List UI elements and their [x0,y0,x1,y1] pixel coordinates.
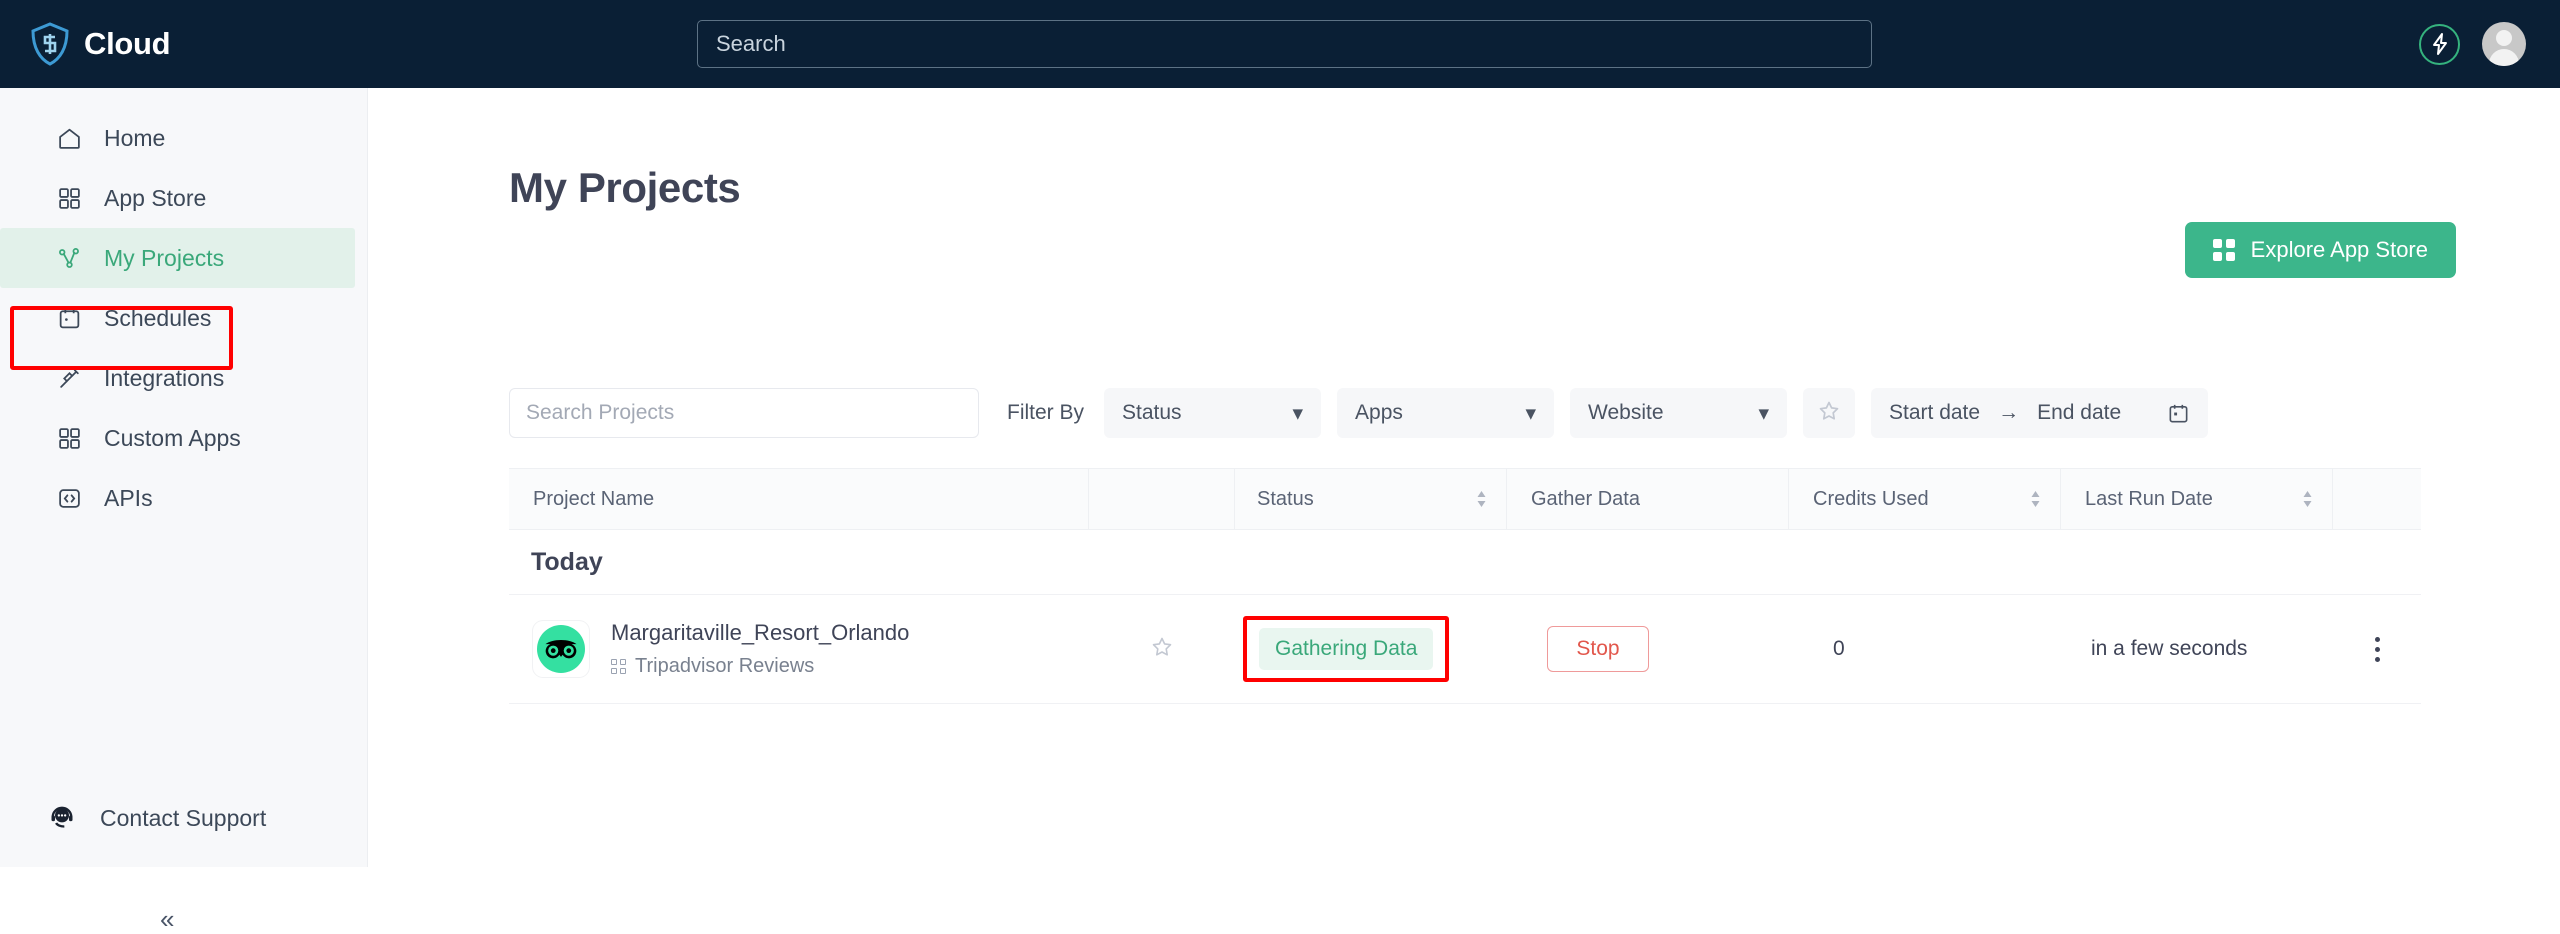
star-outline-icon [1817,399,1841,428]
table-row[interactable]: Margaritaville_Resort_Orlando Tripadviso… [509,594,2421,704]
sidebar: Home App Store My Projects Schedules Int… [0,88,368,932]
column-header-last-run-date[interactable]: Last Run Date [2061,469,2333,529]
filter-bar: Search Projects Filter By Status ▾ Apps … [509,388,2209,438]
table-group-label: Today [531,547,603,576]
project-app-name: Tripadvisor Reviews [635,655,815,677]
tripadvisor-owl-icon [533,621,589,677]
sort-arrows-icon[interactable] [2029,489,2042,509]
row-actions-cell [2333,595,2421,703]
grid-icon [611,659,626,674]
sidebar-item-label: Home [104,124,166,151]
credits-used-cell: 0 [1789,595,2061,703]
workflow-icon [56,245,82,271]
project-cell[interactable]: Margaritaville_Resort_Orlando Tripadviso… [509,595,1089,703]
status-badge: Gathering Data [1259,628,1434,670]
sidebar-item-label: App Store [104,184,207,211]
grid-icon [56,425,82,451]
sidebar-item-home[interactable]: Home [0,108,367,168]
status-filter-value: Status [1122,401,1182,424]
last-run-date-value: in a few seconds [2091,637,2248,660]
filter-by-label: Filter By [1007,401,1085,424]
column-header-status[interactable]: Status [1235,469,1507,529]
sort-arrows-icon[interactable] [2301,489,2314,509]
sidebar-item-custom-apps[interactable]: Custom Apps [0,408,367,468]
double-chevron-left-icon[interactable]: « [160,906,174,932]
project-name: Margaritaville_Resort_Orlando [611,620,910,645]
sidebar-item-label: My Projects [104,244,225,271]
page-title: My Projects [509,164,741,211]
arrow-right-icon: → [1998,401,2020,424]
calendar-icon [56,305,82,331]
code-brackets-icon [56,485,82,511]
favorite-toggle[interactable] [1089,595,1235,703]
sidebar-nav-list: Home App Store My Projects Schedules Int… [0,108,367,528]
sidebar-item-app-store[interactable]: App Store [0,168,367,228]
sidebar-item-my-projects[interactable]: My Projects [0,228,355,288]
apps-filter-select[interactable]: Apps ▾ [1337,388,1555,438]
end-date-placeholder[interactable]: End date [2037,401,2121,425]
column-header-actions [2333,469,2421,529]
chevron-down-icon: ▾ [1525,401,1537,425]
sort-arrows-icon[interactable] [1475,489,1488,509]
grid-icon [56,185,82,211]
headset-chat-icon [48,802,76,835]
top-navbar: Cloud Search [0,0,2560,88]
contact-support-button[interactable]: Contact Support [0,790,367,846]
global-search-input[interactable]: Search [697,20,1872,68]
plug-icon [56,365,82,391]
global-search-placeholder: Search [716,31,786,56]
apps-filter-value: Apps [1355,401,1403,424]
last-run-date-cell: in a few seconds [2061,595,2333,703]
shield-logo-icon [30,22,70,66]
calendar-icon [2167,402,2190,425]
contact-support-label: Contact Support [100,804,267,831]
kebab-menu-icon[interactable] [2374,636,2380,662]
table-header-row: Project Name Status Gather Data Credits … [509,468,2421,530]
user-avatar-icon[interactable] [2482,22,2526,66]
star-outline-icon [1150,635,1174,664]
grid-icon [2212,239,2235,261]
explore-app-store-button[interactable]: Explore App Store [2184,222,2456,278]
chevron-down-icon: ▾ [1292,401,1304,425]
column-header-project-name: Project Name [509,469,1089,529]
column-header-gather-data: Gather Data [1507,469,1789,529]
date-range-picker[interactable]: Start date → End date [1871,388,2209,438]
sidebar-item-apis[interactable]: APIs [0,468,367,528]
status-highlight-box: Gathering Data [1243,616,1450,682]
sidebar-item-integrations[interactable]: Integrations [0,348,367,408]
sidebar-item-schedules[interactable]: Schedules [0,288,367,348]
lightning-bolt-icon[interactable] [2419,23,2460,65]
explore-app-store-label: Explore App Store [2250,237,2428,262]
stop-button[interactable]: Stop [1547,626,1649,672]
status-filter-select[interactable]: Status ▾ [1104,388,1322,438]
start-date-placeholder[interactable]: Start date [1889,401,1980,425]
sidebar-item-label: Schedules [104,304,212,331]
brand-name: Cloud [84,26,171,61]
credits-used-value: 0 [1833,637,1845,660]
sidebar-item-label: Integrations [104,364,225,391]
gather-data-cell: Stop [1507,595,1789,703]
column-header-credits-used[interactable]: Credits Used [1789,469,2061,529]
search-projects-input[interactable]: Search Projects [509,388,979,438]
status-cell: Gathering Data [1235,595,1507,703]
column-header-favorite [1089,469,1235,529]
main-content: My Projects Explore App Store Search Pro… [368,88,2560,867]
projects-table: Project Name Status Gather Data Credits … [509,468,2421,704]
brand[interactable]: Cloud [30,22,368,66]
website-filter-value: Website [1588,401,1664,424]
website-filter-select[interactable]: Website ▾ [1570,388,1788,438]
navbar-right-actions [2419,0,2526,88]
chevron-down-icon: ▾ [1758,401,1770,425]
search-projects-placeholder: Search Projects [526,401,675,424]
sidebar-item-label: APIs [104,484,153,511]
favorites-filter-button[interactable] [1803,388,1856,438]
home-icon [56,125,82,151]
sidebar-item-label: Custom Apps [104,424,241,451]
